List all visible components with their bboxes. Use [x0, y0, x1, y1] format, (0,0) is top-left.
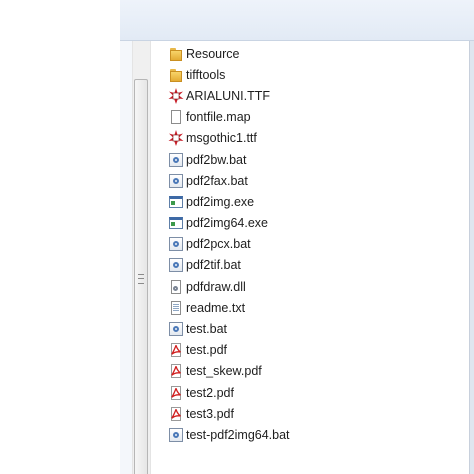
- text-file-icon: [168, 300, 184, 316]
- font-file-icon: [168, 130, 184, 147]
- navigation-pane[interactable]: [120, 41, 132, 474]
- pdf-file-icon: [168, 342, 184, 358]
- navigation-scrollbar[interactable]: [132, 41, 151, 474]
- file-item[interactable]: ARIALUNI.TTF: [168, 85, 290, 106]
- file-name: pdf2img64.exe: [186, 216, 269, 231]
- file-name: Resource: [186, 46, 240, 61]
- folder-icon: [168, 67, 184, 83]
- file-name: pdf2bw.bat: [186, 152, 247, 167]
- file-item[interactable]: pdfdraw.dll: [168, 276, 290, 297]
- scroll-grip-icon: [138, 274, 144, 284]
- document-icon: [168, 109, 184, 125]
- file-name: ARIALUNI.TTF: [186, 88, 271, 103]
- file-name: tifftools: [186, 67, 226, 82]
- file-item[interactable]: pdf2bw.bat: [168, 149, 290, 170]
- file-name: pdf2img.exe: [186, 194, 255, 209]
- pdf-file-icon: [168, 406, 184, 422]
- file-item[interactable]: test-pdf2img64.bat: [168, 424, 290, 445]
- pdf-file-icon: [168, 363, 184, 379]
- toolbar-area: [120, 0, 474, 41]
- pdf-file-icon: [168, 385, 184, 401]
- file-item[interactable]: test_skew.pdf: [168, 361, 290, 382]
- file-item[interactable]: pdf2fax.bat: [168, 170, 290, 191]
- dll-file-icon: [168, 279, 184, 295]
- file-item[interactable]: pdf2img64.exe: [168, 213, 290, 234]
- batch-file-icon: [168, 321, 184, 337]
- file-name: test-pdf2img64.bat: [186, 427, 290, 442]
- file-item[interactable]: fontfile.map: [168, 107, 290, 128]
- file-name: test2.pdf: [186, 385, 234, 400]
- batch-file-icon: [168, 236, 184, 252]
- file-item[interactable]: test2.pdf: [168, 382, 290, 403]
- file-item[interactable]: msgothic1.ttf: [168, 128, 290, 149]
- file-name: test3.pdf: [186, 406, 234, 421]
- file-name: fontfile.map: [186, 110, 251, 125]
- batch-file-icon: [168, 173, 184, 189]
- font-file-icon: [168, 87, 184, 104]
- file-item[interactable]: tifftools: [168, 64, 290, 85]
- file-name: test.pdf: [186, 343, 227, 358]
- file-name: test_skew.pdf: [186, 364, 262, 379]
- file-name: test.bat: [186, 322, 227, 337]
- file-name: msgothic1.ttf: [186, 131, 257, 146]
- file-item[interactable]: test3.pdf: [168, 403, 290, 424]
- file-item[interactable]: pdf2pcx.bat: [168, 234, 290, 255]
- batch-file-icon: [168, 152, 184, 168]
- file-item[interactable]: readme.txt: [168, 297, 290, 318]
- file-item[interactable]: pdf2img.exe: [168, 191, 290, 212]
- file-name: pdfdraw.dll: [186, 279, 246, 294]
- file-name: pdf2fax.bat: [186, 173, 248, 188]
- file-name: pdf2tif.bat: [186, 258, 241, 273]
- file-list: Resource tifftools ARIALUNI.TTF fontfile.ma…: [168, 43, 290, 446]
- window-right-edge: [469, 41, 474, 474]
- executable-icon: [168, 194, 184, 210]
- executable-icon: [168, 215, 184, 231]
- file-name: pdf2pcx.bat: [186, 237, 251, 252]
- file-name: readme.txt: [186, 300, 246, 315]
- folder-icon: [168, 46, 184, 62]
- file-item[interactable]: Resource: [168, 43, 290, 64]
- scroll-thumb[interactable]: [134, 79, 148, 474]
- file-item[interactable]: test.pdf: [168, 340, 290, 361]
- file-item[interactable]: test.bat: [168, 318, 290, 339]
- explorer-window: Resource tifftools ARIALUNI.TTF fontfile.ma…: [120, 0, 474, 474]
- batch-file-icon: [168, 427, 184, 443]
- file-item[interactable]: pdf2tif.bat: [168, 255, 290, 276]
- batch-file-icon: [168, 257, 184, 273]
